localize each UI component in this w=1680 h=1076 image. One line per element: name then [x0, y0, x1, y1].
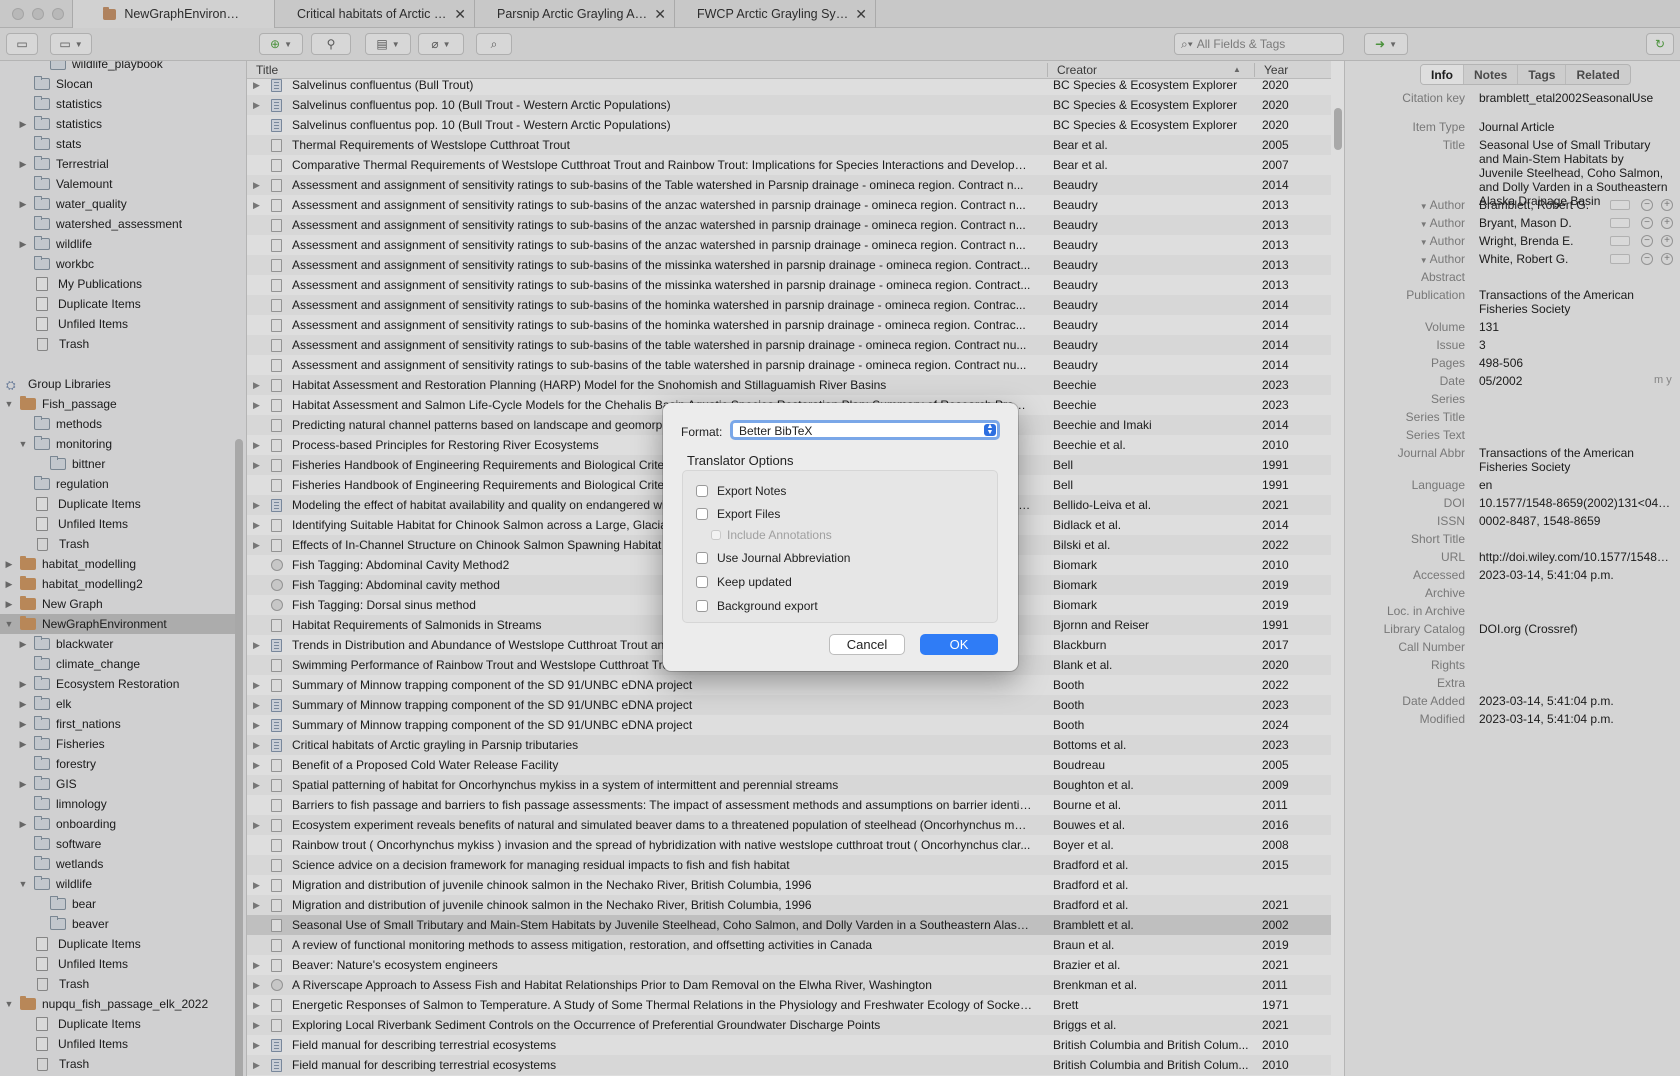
include-annotations-option: Include Annotations — [711, 528, 832, 542]
background-export-option[interactable]: Background export — [696, 599, 818, 613]
export-notes-option[interactable]: Export Notes — [696, 484, 786, 498]
option-label: Include Annotations — [727, 528, 832, 542]
format-label: Format: — [681, 425, 723, 439]
stepper-arrows-icon: ▲ ▼ — [984, 423, 996, 436]
use-journal-abbreviation-checkbox[interactable] — [696, 552, 708, 564]
background-export-checkbox[interactable] — [696, 600, 708, 612]
export-files-checkbox[interactable] — [696, 508, 708, 520]
keep-updated-option[interactable]: Keep updated — [696, 575, 792, 589]
option-label: Use Journal Abbreviation — [717, 551, 851, 565]
keep-updated-checkbox[interactable] — [696, 576, 708, 588]
translator-options-title: Translator Options — [687, 453, 794, 468]
use-journal-abbreviation-option[interactable]: Use Journal Abbreviation — [696, 551, 850, 565]
export-notes-checkbox[interactable] — [696, 485, 708, 497]
option-label: Keep updated — [717, 575, 792, 589]
include-annotations-checkbox — [711, 530, 721, 540]
option-label: Background export — [717, 599, 818, 613]
format-value: Better BibTeX — [739, 424, 813, 438]
ok-button[interactable]: OK — [920, 634, 998, 655]
export-dialog: Format: Better BibTeX ▲ ▼ Translator Opti… — [663, 403, 1018, 671]
translator-options-box: Export Notes Export Files Include Annota… — [682, 470, 998, 623]
format-select[interactable]: Better BibTeX ▲ ▼ — [730, 420, 1000, 440]
option-label: Export Notes — [717, 484, 787, 498]
cancel-button[interactable]: Cancel — [829, 634, 905, 655]
option-label: Export Files — [717, 507, 781, 521]
export-files-option[interactable]: Export Files — [696, 507, 780, 521]
